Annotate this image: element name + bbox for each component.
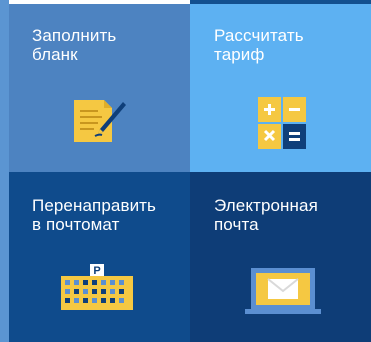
calculate-tariff-tile[interactable]: Рассчитать тариф <box>190 4 371 172</box>
email-tile[interactable]: Электронная почта <box>190 172 371 342</box>
calculate-tariff-label: Рассчитать тариф <box>214 26 304 64</box>
service-tiles-grid: Заполнить бланк Рассчитать тариф Перенап… <box>0 0 371 342</box>
left-edge-strip <box>0 0 9 342</box>
fill-form-label: Заполнить бланк <box>32 26 117 64</box>
laptop-mail-icon <box>245 268 321 323</box>
redirect-to-locker-tile[interactable]: Перенаправить в почтомат P <box>9 172 190 342</box>
email-label: Электронная почта <box>214 196 318 234</box>
locker-badge: P <box>93 265 100 277</box>
fill-form-tile[interactable]: Заполнить бланк <box>9 4 190 172</box>
redirect-to-locker-label: Перенаправить в почтомат <box>32 196 157 234</box>
parcel-locker-icon: P <box>61 264 133 317</box>
document-pen-icon <box>71 96 127 151</box>
calculator-icon <box>256 96 310 157</box>
